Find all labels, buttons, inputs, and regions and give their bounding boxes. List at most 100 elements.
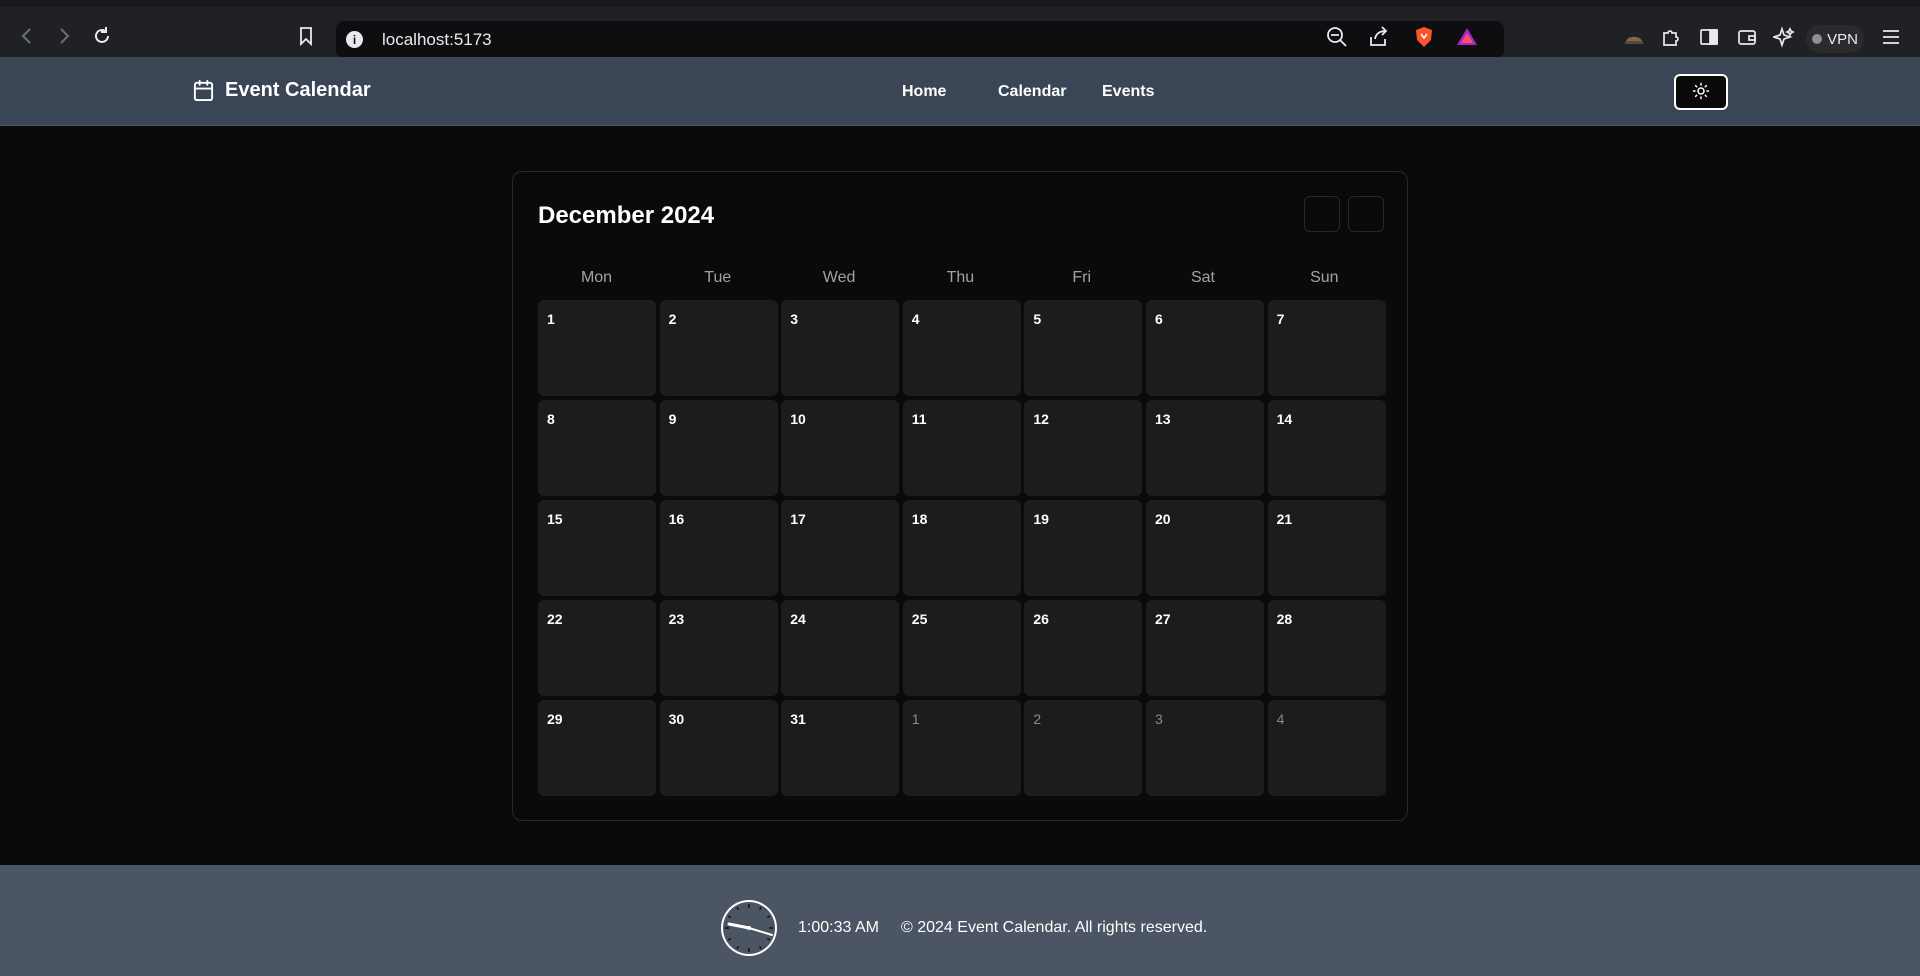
day-cell[interactable]: 2 <box>1024 700 1143 796</box>
brave-rewards-icon[interactable] <box>1455 25 1479 49</box>
share-icon[interactable] <box>1367 25 1391 49</box>
weekday-label: Sun <box>1310 269 1339 286</box>
day-number: 4 <box>911 311 920 327</box>
day-cell[interactable]: 18 <box>902 500 1021 596</box>
day-cell[interactable]: 9 <box>659 400 778 496</box>
day-cell[interactable]: 3 <box>1146 700 1264 796</box>
url-text[interactable]: localhost:5173 <box>382 30 492 50</box>
weekday-label: Mon <box>580 269 613 286</box>
day-cell[interactable]: 30 <box>659 700 778 796</box>
day-cell[interactable]: 15 <box>538 500 656 596</box>
day-cell[interactable]: 12 <box>1024 400 1143 496</box>
forward-icon[interactable] <box>49 21 79 51</box>
day-cell[interactable]: 10 <box>781 400 900 496</box>
day-cell[interactable]: 23 <box>659 600 778 696</box>
leo-ai-icon[interactable] <box>1772 25 1796 49</box>
footer: 1:00:33 AM © 2024 Event Calendar. All ri… <box>0 865 1920 976</box>
copyright-text: © 2024 Event Calendar. All rights reserv… <box>901 919 1208 936</box>
weekday-label: Fri <box>1072 269 1092 286</box>
day-cell[interactable]: 14 <box>1267 400 1386 496</box>
site-info-icon[interactable]: i <box>346 31 363 48</box>
day-number: 9 <box>668 411 677 427</box>
day-cell[interactable]: 24 <box>781 600 900 696</box>
day-number: 12 <box>1033 411 1049 427</box>
day-number: 16 <box>668 511 685 527</box>
day-cell[interactable]: 26 <box>1024 600 1143 696</box>
day-cell[interactable]: 29 <box>538 700 656 796</box>
day-cell[interactable]: 1 <box>538 300 656 396</box>
day-number: 8 <box>547 411 555 427</box>
day-number: 21 <box>1276 511 1293 527</box>
day-cell[interactable]: 17 <box>781 500 900 596</box>
day-cell[interactable]: 28 <box>1267 600 1386 696</box>
day-cell[interactable]: 27 <box>1146 600 1264 696</box>
app-header: Event Calendar Home Calendar Events <box>0 57 1920 126</box>
day-number: 1 <box>911 711 920 727</box>
day-number: 28 <box>1276 611 1293 627</box>
nav-calendar[interactable]: Calendar <box>998 83 1066 101</box>
bookmark-icon[interactable] <box>291 21 321 51</box>
day-cell[interactable]: 31 <box>781 700 900 796</box>
brave-shield-icon[interactable] <box>1412 25 1436 49</box>
day-cell[interactable]: 4 <box>902 300 1021 396</box>
analog-clock-icon <box>721 900 777 956</box>
day-cell[interactable]: 3 <box>781 300 900 396</box>
day-cell[interactable]: 25 <box>902 600 1021 696</box>
day-cell[interactable]: 5 <box>1024 300 1143 396</box>
next-month-button[interactable] <box>1348 196 1384 232</box>
reload-icon[interactable] <box>87 21 117 51</box>
brand[interactable]: Event Calendar <box>192 79 371 102</box>
day-number: 20 <box>1155 511 1171 527</box>
day-number: 5 <box>1033 311 1042 327</box>
day-number: 3 <box>1155 711 1163 727</box>
menu-icon[interactable] <box>1879 25 1903 49</box>
day-number: 31 <box>790 711 806 727</box>
hat-avatar-icon[interactable] <box>1622 25 1646 49</box>
weekday-label: Wed <box>822 269 856 286</box>
day-number: 22 <box>547 611 563 627</box>
prev-month-button[interactable] <box>1304 196 1340 232</box>
vpn-button[interactable]: VPN <box>1806 25 1864 53</box>
browser-toolbar: localhost:5173 i VPN <box>0 0 1920 58</box>
day-number: 6 <box>1155 311 1163 327</box>
day-number: 19 <box>1033 511 1049 527</box>
day-cell[interactable]: 22 <box>538 600 656 696</box>
back-icon[interactable] <box>12 21 42 51</box>
sidebar-icon[interactable] <box>1697 25 1721 49</box>
weekday-header: Mon Tue Wed Thu Fri Sat Sun <box>538 269 1386 293</box>
day-cell[interactable]: 13 <box>1146 400 1264 496</box>
day-number: 13 <box>1155 411 1171 427</box>
nav-events[interactable]: Events <box>1102 83 1154 101</box>
day-number: 29 <box>547 711 563 727</box>
day-number: 27 <box>1155 611 1171 627</box>
day-number: 3 <box>790 311 798 327</box>
month-title: December 2024 <box>538 202 715 229</box>
calendar-icon <box>192 79 215 102</box>
weekday-label: Sat <box>1190 269 1215 286</box>
day-cell[interactable]: 4 <box>1267 700 1386 796</box>
extensions-icon[interactable] <box>1659 25 1683 49</box>
zoom-out-icon[interactable] <box>1325 25 1349 49</box>
weekday-label: Tue <box>704 269 732 286</box>
day-cell[interactable]: 20 <box>1146 500 1264 596</box>
day-cell[interactable]: 7 <box>1267 300 1386 396</box>
day-number: 18 <box>911 511 928 527</box>
day-cell[interactable]: 1 <box>902 700 1021 796</box>
wallet-icon[interactable] <box>1735 25 1759 49</box>
vpn-status-icon <box>1812 34 1823 44</box>
day-number: 7 <box>1276 311 1285 327</box>
day-cell[interactable]: 19 <box>1024 500 1143 596</box>
nav-home[interactable]: Home <box>902 83 946 101</box>
day-cell[interactable]: 8 <box>538 400 656 496</box>
day-cell[interactable]: 6 <box>1146 300 1264 396</box>
day-number: 2 <box>668 311 677 327</box>
day-cell[interactable]: 21 <box>1267 500 1386 596</box>
theme-toggle-button[interactable] <box>1674 74 1728 110</box>
vpn-label: VPN <box>1827 30 1858 48</box>
day-cell[interactable]: 16 <box>659 500 778 596</box>
day-number: 1 <box>547 311 555 327</box>
day-number: 10 <box>790 411 806 427</box>
day-number: 15 <box>547 511 563 527</box>
day-cell[interactable]: 11 <box>902 400 1021 496</box>
day-cell[interactable]: 2 <box>659 300 778 396</box>
